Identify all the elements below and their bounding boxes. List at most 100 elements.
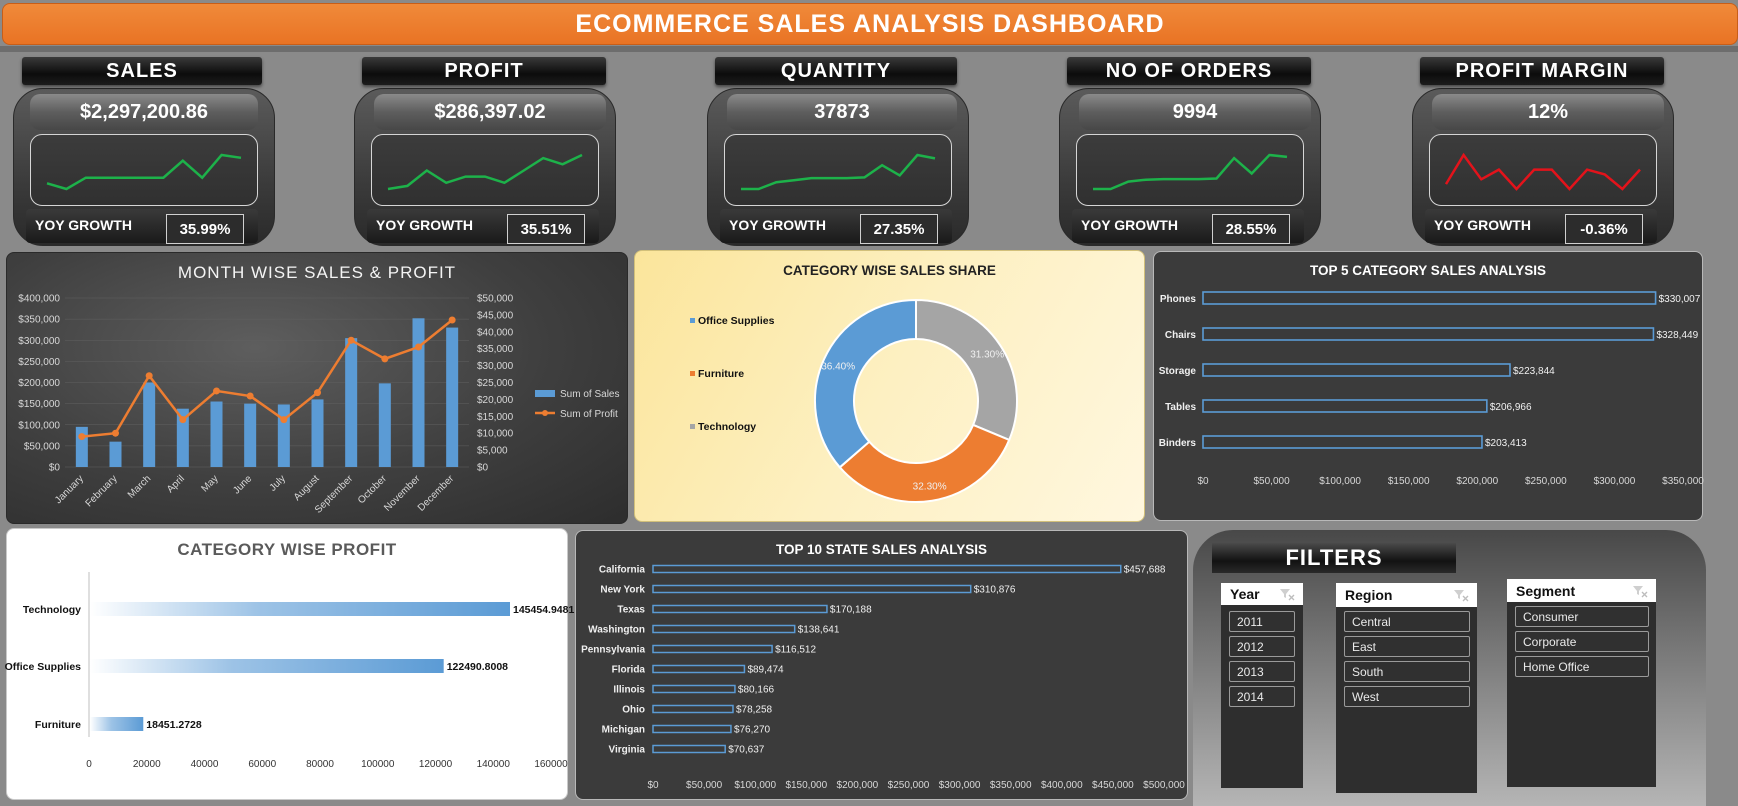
year-option-2012[interactable]: 2012	[1229, 636, 1295, 657]
x-tick-label: 0	[86, 759, 92, 770]
x-tick-label: 40000	[191, 759, 219, 770]
kpi-title-sales: SALES	[22, 57, 262, 85]
segment-option-corporate[interactable]: Corporate	[1515, 631, 1649, 652]
kpi-yoy-value-profit: 35.51%	[507, 214, 585, 244]
clear-filter-icon[interactable]	[1279, 587, 1295, 601]
segment-slicer: Segment Consumer Corporate Home Office	[1507, 579, 1656, 787]
profit-point	[415, 343, 422, 351]
kpi-yoy-label-quantity: YOY GROWTH	[729, 217, 826, 233]
sales-bar	[143, 382, 156, 467]
x-tick-label: February	[84, 473, 120, 509]
x-tick-label: $250,000	[888, 780, 930, 791]
sparkline-no-of-orders	[1093, 153, 1288, 191]
legend-label-sales: Sum of Sales	[560, 389, 619, 400]
legend-swatch	[690, 424, 695, 429]
year-option-2014[interactable]: 2014	[1229, 686, 1295, 707]
value-label: $70,637	[728, 745, 765, 756]
y2-tick-label: $30,000	[477, 361, 514, 372]
kpi-yoy-value-profit-margin: -0.36%	[1565, 214, 1643, 244]
x-tick-label: May	[199, 473, 220, 494]
title-divider	[0, 46, 1738, 52]
x-tick-label: $0	[1197, 476, 1209, 487]
value-label: $116,512	[775, 645, 816, 656]
x-tick-label: $0	[647, 780, 659, 791]
profit-point	[112, 429, 119, 437]
region-option-central[interactable]: Central	[1344, 611, 1470, 632]
sales-bar	[446, 327, 459, 467]
bar-washington	[652, 624, 796, 634]
kpi-title-no-of-orders: NO OF ORDERS	[1067, 57, 1311, 85]
legend-label: Technology	[698, 421, 756, 433]
bar-illinois	[652, 684, 736, 694]
segment-option-consumer[interactable]: Consumer	[1515, 606, 1649, 627]
segment-option-home-office[interactable]: Home Office	[1515, 656, 1649, 677]
year-option-2013[interactable]: 2013	[1229, 661, 1295, 682]
y2-tick-label: $0	[477, 463, 489, 474]
value-label: $330,007	[1659, 294, 1701, 305]
bar-texas	[652, 604, 828, 614]
state-label: Virginia	[609, 745, 646, 756]
region-option-south[interactable]: South	[1344, 661, 1470, 682]
kpi-sparkline-sales	[30, 134, 258, 206]
donut-slice-technology	[814, 298, 917, 469]
kpi-value-quantity: 37873	[727, 94, 957, 130]
x-tick-label: 80000	[306, 759, 334, 770]
kpi-title-quantity: QUANTITY	[715, 57, 957, 85]
year-option-2011[interactable]: 2011	[1229, 611, 1295, 632]
category-label: Technology	[23, 604, 81, 616]
state-label: Michigan	[602, 725, 645, 736]
region-option-east[interactable]: East	[1344, 636, 1470, 657]
clear-filter-icon[interactable]	[1453, 588, 1469, 602]
kpi-title-profit: PROFIT	[362, 57, 606, 85]
profit-point	[314, 389, 321, 397]
region-slicer-label: Region	[1345, 587, 1393, 603]
legend-label-profit: Sum of Profit	[560, 409, 618, 420]
category-label: Phones	[1160, 294, 1197, 305]
bar-virginia	[652, 744, 726, 754]
legend-swatch-sales	[535, 390, 555, 397]
sparkline-profit-margin	[1444, 152, 1641, 191]
y-tick-label: $200,000	[18, 378, 60, 389]
sales-bar	[311, 399, 324, 467]
profit-point	[145, 372, 153, 380]
kpi-title-profit-margin: PROFIT MARGIN	[1420, 57, 1664, 85]
bar-florida	[652, 664, 746, 674]
bar-binders	[1202, 435, 1483, 449]
legend-marker-profit	[542, 410, 548, 416]
y2-tick-label: $25,000	[477, 378, 514, 389]
bar-technology	[90, 602, 511, 616]
region-slicer: Region Central East South West	[1336, 583, 1477, 793]
value-label: 122490.8008	[447, 661, 508, 673]
kpi-yoy-value-no-of-orders: 28.55%	[1212, 214, 1290, 244]
kpi-yoy-label-no-of-orders: YOY GROWTH	[1081, 217, 1178, 233]
x-tick-label: $350,000	[990, 780, 1032, 791]
x-tick-label: $250,000	[1525, 476, 1567, 487]
kpi-sparkline-quantity	[724, 134, 952, 206]
x-tick-label: December	[416, 473, 457, 514]
kpi-value-sales: $2,297,200.86	[30, 94, 258, 130]
kpi-value-no-of-orders: 9994	[1079, 94, 1311, 130]
value-label: $223,844	[1513, 366, 1555, 377]
y2-tick-label: $35,000	[477, 344, 514, 355]
value-label: $457,688	[1124, 565, 1166, 576]
x-tick-label: 140000	[477, 759, 511, 770]
bar-michigan	[652, 724, 732, 734]
legend-swatch	[690, 371, 695, 376]
x-tick-label: $50,000	[686, 780, 723, 791]
bar-phones	[1202, 291, 1657, 305]
value-label: 18451.2728	[146, 719, 202, 731]
profit-point	[347, 336, 355, 344]
state-label: Pennsylvania	[581, 645, 645, 656]
profit-line	[81, 318, 453, 438]
kpi-sparkline-no-of-orders	[1076, 134, 1304, 206]
clear-filter-icon[interactable]	[1632, 584, 1648, 598]
value-label: $138,641	[798, 625, 840, 636]
x-tick-label: $200,000	[837, 780, 879, 791]
profit-point	[213, 387, 220, 395]
region-option-west[interactable]: West	[1344, 686, 1470, 707]
bar-california	[652, 564, 1122, 574]
bar-tables	[1202, 399, 1488, 413]
kpi-yoy-value-quantity: 27.35%	[860, 214, 938, 244]
kpi-value-profit: $286,397.02	[374, 94, 606, 130]
y-tick-label: $350,000	[18, 315, 60, 326]
